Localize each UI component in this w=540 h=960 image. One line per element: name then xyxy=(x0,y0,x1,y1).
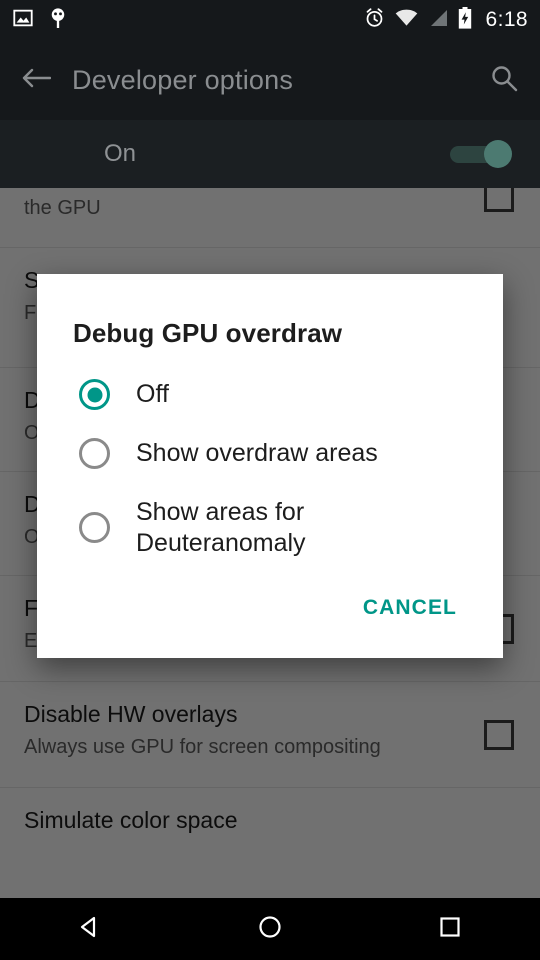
recents-icon xyxy=(437,914,463,945)
back-button[interactable] xyxy=(0,66,72,95)
dialog-radio-group: Off Show overdraw areas Show areas for D… xyxy=(37,357,503,572)
status-bar-system-icons: 6:18 xyxy=(364,6,528,34)
app-bar: Developer options xyxy=(0,40,540,120)
master-toggle-label: On xyxy=(104,140,137,167)
status-bar: 6:18 xyxy=(0,0,540,40)
radio-button-icon[interactable] xyxy=(79,512,110,543)
cancel-button[interactable]: CANCEL xyxy=(349,586,471,630)
radio-option-label: Off xyxy=(136,380,169,409)
back-icon xyxy=(77,914,103,945)
radio-option-show-areas-for-deuteranomaly[interactable]: Show areas for Deuteranomaly xyxy=(37,483,503,572)
radio-button-selected-icon[interactable] xyxy=(79,379,110,410)
switch-thumb xyxy=(484,140,512,168)
alarm-icon xyxy=(364,7,385,33)
wifi-icon xyxy=(395,9,418,32)
nav-recents-button[interactable] xyxy=(360,914,540,945)
radio-option-show-overdraw-areas[interactable]: Show overdraw areas xyxy=(37,424,503,483)
battery-charging-icon xyxy=(458,6,472,34)
radio-option-off[interactable]: Off xyxy=(37,365,503,424)
back-arrow-icon xyxy=(21,66,52,95)
debug-gpu-overdraw-dialog: Debug GPU overdraw Off Show overdraw are… xyxy=(37,274,503,658)
page-title: Developer options xyxy=(72,64,294,95)
android-debug-icon xyxy=(48,7,68,34)
dialog-actions: CANCEL xyxy=(37,572,503,652)
nav-back-button[interactable] xyxy=(0,914,180,945)
master-toggle-switch[interactable] xyxy=(450,140,512,168)
photo-icon xyxy=(12,7,34,34)
search-icon xyxy=(490,64,518,97)
home-icon xyxy=(257,914,283,945)
search-button[interactable] xyxy=(468,64,540,97)
phone-screen: 6:18 Developer options On the GPU xyxy=(0,0,540,960)
developer-options-master-row[interactable]: On xyxy=(0,120,540,188)
navigation-bar xyxy=(0,898,540,960)
nav-home-button[interactable] xyxy=(180,914,360,945)
signal-icon xyxy=(428,9,448,32)
status-bar-clock: 6:18 xyxy=(485,8,528,31)
status-bar-notification-icons xyxy=(12,7,68,34)
radio-option-label: Show overdraw areas xyxy=(136,439,378,468)
radio-button-icon[interactable] xyxy=(79,438,110,469)
dialog-title: Debug GPU overdraw xyxy=(73,318,343,348)
radio-option-label: Show areas for Deuteranomaly xyxy=(136,498,306,557)
